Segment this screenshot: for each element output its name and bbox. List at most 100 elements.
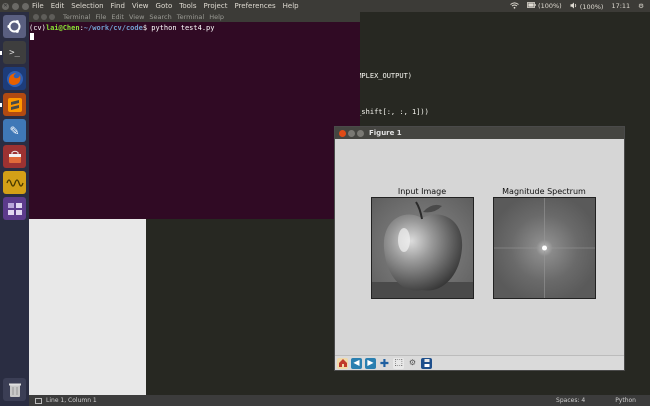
terminal-menu-view[interactable]: View (129, 13, 144, 21)
launcher: >_ ✎ (0, 12, 29, 406)
subplots-gear-icon: ⚙ (408, 358, 417, 367)
settings-wrench-icon: ✎ (9, 123, 20, 138)
trash-icon (8, 383, 21, 397)
gear-icon[interactable]: ⚙ (638, 2, 644, 10)
battery-icon (527, 2, 536, 8)
indentation-setting[interactable]: Spaces: 4 (556, 397, 585, 404)
minimize-icon[interactable] (12, 2, 19, 10)
close-icon[interactable] (339, 129, 346, 137)
system-tray: (100%) (100%) 17:11 ⚙ (510, 0, 644, 12)
menu-edit[interactable]: Edit (51, 2, 65, 10)
move-cross-icon: ✚ (379, 356, 390, 370)
zoom-rectangle-icon: ⬚ (394, 357, 403, 368)
figure-toolbar: ◀ ▶ ✚ ⬚ ⚙ (335, 355, 624, 370)
ubuntu-logo-icon (7, 20, 21, 33)
menu-preferences[interactable]: Preferences (234, 2, 275, 10)
terminal-window-controls (33, 14, 63, 20)
active-app-pip (0, 103, 2, 107)
code-line[interactable]: t_shift[:, :, 1])) (353, 108, 429, 116)
status-bar: Line 1, Column 1 Spaces: 4 Python (29, 395, 650, 406)
floppy-disk-icon (422, 359, 431, 367)
terminal-menu-edit[interactable]: Edit (111, 13, 124, 21)
menu-goto[interactable]: Goto (156, 2, 173, 10)
workspace-grid-icon (7, 202, 22, 215)
code-line[interactable]: OMPLEX_OUTPUT) (353, 72, 412, 80)
figure-title: Figure 1 (369, 129, 402, 137)
menu-project[interactable]: Project (204, 2, 228, 10)
terminal-menu-help[interactable]: Help (209, 13, 224, 21)
terminal-command: python test4.py (147, 24, 215, 32)
minimize-icon[interactable] (41, 14, 47, 20)
arrow-right-icon: ▶ (367, 358, 374, 367)
sublime-launcher[interactable] (3, 93, 26, 116)
menu-find[interactable]: Find (111, 2, 125, 10)
syntax-language[interactable]: Python (615, 397, 636, 404)
back-button[interactable]: ◀ (351, 357, 362, 369)
magnitude-spectrum-title: Magnitude Spectrum (502, 187, 586, 196)
firefox-icon (6, 70, 23, 87)
prompt-env: (cv) (29, 24, 46, 32)
top-panel: ✕ File Edit Selection Find View Goto Too… (0, 0, 650, 12)
panel-toggle-icon[interactable] (35, 397, 42, 404)
menu-view[interactable]: View (132, 2, 149, 10)
input-image-axes[interactable] (371, 197, 474, 299)
terminal-menu-terminal[interactable]: Terminal (177, 13, 204, 21)
battery-indicator[interactable]: (100%) (527, 2, 562, 10)
trash-launcher[interactable] (3, 378, 26, 401)
shopping-bag-icon (8, 150, 21, 163)
pan-button[interactable]: ✚ (379, 356, 390, 370)
figure-window-controls (339, 129, 369, 137)
zoom-button[interactable]: ⬚ (393, 357, 404, 369)
editor-side-pane (29, 219, 146, 395)
home-button[interactable] (337, 357, 348, 369)
menu-tools[interactable]: Tools (179, 2, 196, 10)
active-app-pip (0, 51, 2, 55)
terminal-menu: Terminal File Edit View Search Terminal … (63, 13, 224, 21)
prompt-user: lai@Chen (45, 24, 80, 32)
menu-file[interactable]: File (32, 2, 44, 10)
volume-icon (570, 2, 576, 8)
terminal-icon: >_ (9, 47, 20, 58)
monitor-launcher[interactable] (3, 171, 26, 194)
figure-window[interactable]: Figure 1 Input Image Magnitude Spectrum (334, 126, 625, 371)
spectrum-image (494, 198, 595, 298)
terminal-menu-search[interactable]: Search (149, 13, 171, 21)
terminal-window[interactable]: Terminal File Edit View Search Terminal … (29, 12, 360, 219)
terminal-app-name: Terminal (63, 13, 91, 21)
terminal-launcher[interactable]: >_ (3, 41, 26, 64)
sublime-text-icon (7, 97, 22, 112)
maximize-icon[interactable] (49, 14, 55, 20)
terminal-titlebar[interactable]: Terminal File Edit View Search Terminal … (29, 12, 360, 22)
magnitude-spectrum-axes[interactable] (493, 197, 596, 299)
figure-titlebar[interactable]: Figure 1 (335, 127, 624, 139)
volume-percent: (100%) (579, 2, 604, 11)
minimize-icon[interactable] (348, 129, 355, 137)
wifi-icon[interactable] (510, 1, 519, 11)
system-settings-launcher[interactable]: ✎ (3, 119, 26, 142)
forward-button[interactable]: ▶ (365, 357, 376, 369)
close-icon[interactable]: ✕ (2, 2, 9, 10)
save-button[interactable] (421, 357, 432, 369)
workspace-switcher[interactable] (3, 197, 26, 220)
menu-selection[interactable]: Selection (71, 2, 103, 10)
terminal-prompt-line[interactable]: (cv)lai@Chen:~/work/cv/code$ python test… (29, 24, 214, 32)
terminal-menu-file[interactable]: File (95, 13, 106, 21)
battery-percent: (100%) (538, 2, 562, 10)
software-center-launcher[interactable] (3, 145, 26, 168)
maximize-icon[interactable] (357, 129, 364, 137)
dash-button[interactable] (3, 15, 26, 38)
close-icon[interactable] (33, 14, 39, 20)
home-icon (338, 359, 347, 367)
volume-indicator[interactable]: (100%) (570, 2, 604, 11)
terminal-cursor (30, 33, 34, 40)
window-controls: ✕ (2, 2, 30, 10)
cursor-position: Line 1, Column 1 (46, 397, 97, 404)
firefox-launcher[interactable] (3, 67, 26, 90)
configure-subplots-button[interactable]: ⚙ (407, 357, 418, 369)
clock[interactable]: 17:11 (611, 2, 630, 10)
menu-help[interactable]: Help (283, 2, 299, 10)
input-image-title: Input Image (397, 187, 447, 196)
prompt-path: ~/work/cv/code (83, 24, 143, 32)
app-menu: File Edit Selection Find View Goto Tools… (32, 2, 299, 10)
maximize-icon[interactable] (22, 2, 29, 10)
